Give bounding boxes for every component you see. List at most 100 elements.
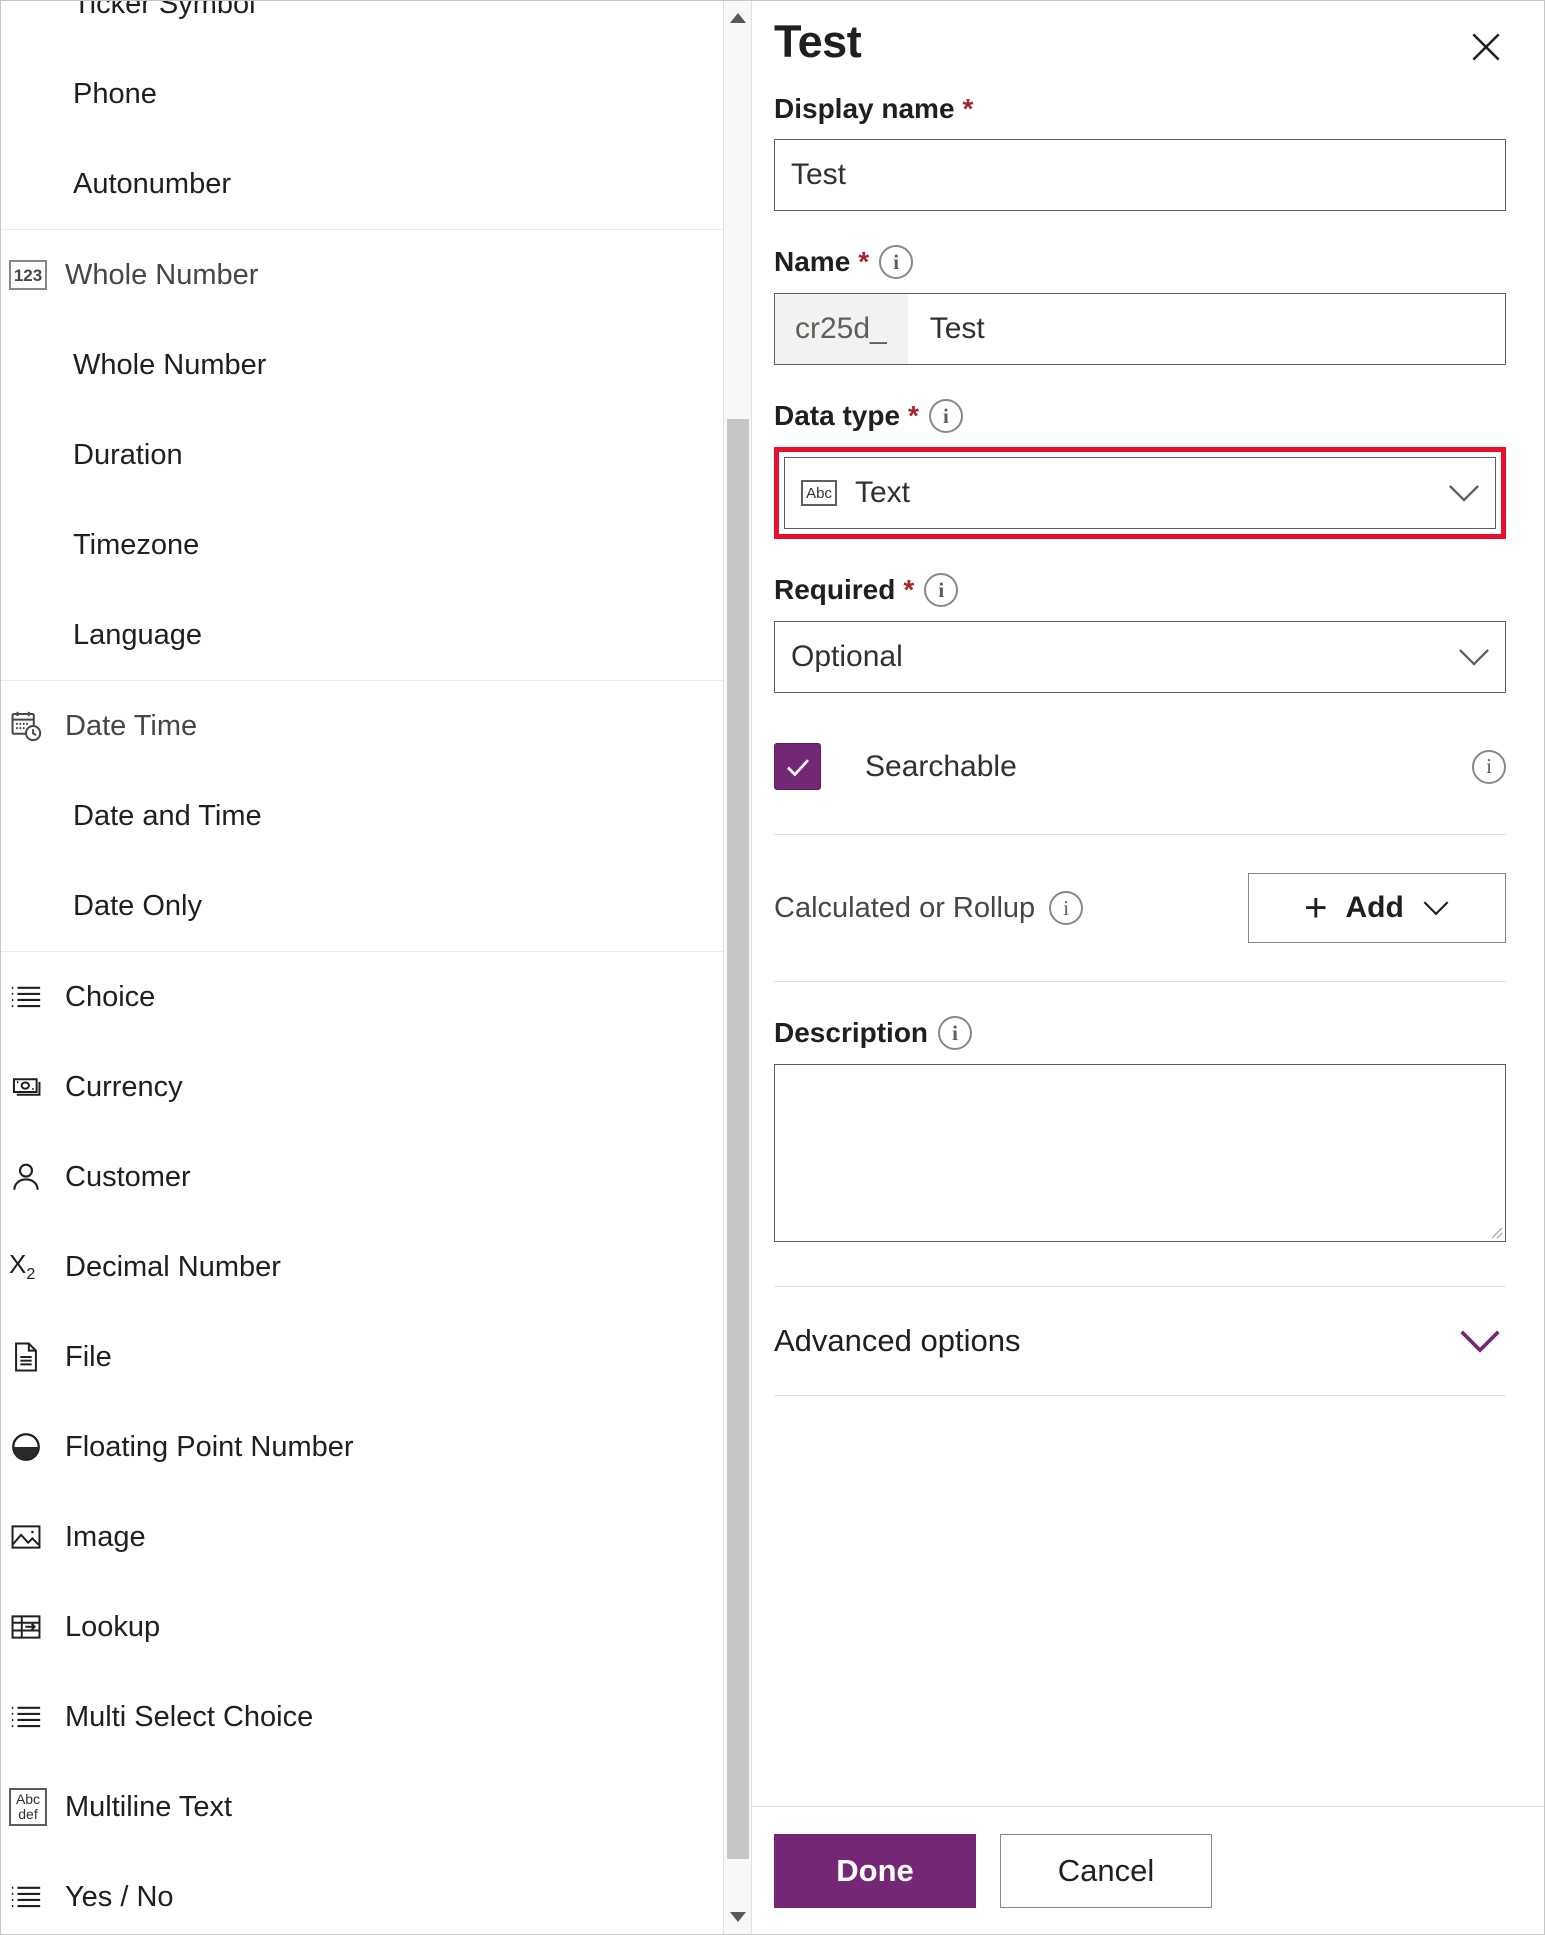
info-icon[interactable]: i: [879, 245, 914, 279]
info-icon[interactable]: i: [928, 399, 963, 433]
display-name-label-row: Display name *: [774, 93, 1506, 125]
data-type-item-yes-no[interactable]: Yes / No: [1, 1852, 723, 1934]
divider: [774, 981, 1506, 982]
person-icon: [9, 1160, 65, 1194]
name-field-block: Name * i cr25d_ Test: [774, 245, 1506, 365]
list-icon: [9, 1700, 65, 1734]
data-type-item-image[interactable]: Image: [1, 1492, 723, 1582]
description-textarea[interactable]: [774, 1064, 1506, 1242]
required-asterisk: *: [908, 400, 919, 431]
display-name-field-block: Display name * Test: [774, 93, 1506, 211]
cancel-button[interactable]: Cancel: [1000, 1833, 1212, 1908]
advanced-options-expander[interactable]: Advanced options: [774, 1286, 1506, 1396]
data-type-list-panel[interactable]: Ticker Symbol Phone Autonumber 123 Whole…: [1, 1, 724, 1934]
data-type-item-customer[interactable]: Customer: [1, 1132, 723, 1222]
data-type-dropdown[interactable]: Abc Text: [784, 457, 1496, 529]
required-asterisk: *: [858, 246, 870, 277]
123-box-icon: 123: [9, 260, 65, 290]
name-input[interactable]: Test: [908, 294, 1505, 364]
data-type-list-scroll-content: Ticker Symbol Phone Autonumber 123 Whole…: [1, 1, 723, 1934]
data-type-item-timezone[interactable]: Timezone: [1, 500, 723, 590]
column-properties-panel: Test Display name * Test Name * i cr25d_…: [752, 1, 1544, 1934]
info-icon[interactable]: i: [938, 1016, 973, 1050]
data-type-item-duration[interactable]: Duration: [1, 410, 723, 500]
calculated-or-rollup-label-group: Calculated or Rollup i: [774, 891, 1084, 925]
scroll-up-button[interactable]: [724, 5, 752, 31]
data-type-field-block: Data type * i Abc Text: [774, 399, 1506, 539]
name-input-group[interactable]: cr25d_ Test: [774, 293, 1506, 365]
panel-scrollbar[interactable]: [724, 1, 752, 1934]
panel-header: Test: [774, 1, 1506, 71]
add-button-label: Add: [1345, 891, 1404, 924]
scroll-down-button[interactable]: [724, 1904, 752, 1930]
display-name-label: Display name: [774, 93, 955, 124]
data-type-item-lookup[interactable]: Lookup: [1, 1582, 723, 1672]
panel-footer: Done Cancel: [752, 1806, 1544, 1934]
data-type-item-multi-select-choice[interactable]: Multi Select Choice: [1, 1672, 723, 1762]
data-type-item-phone[interactable]: Phone: [1, 49, 723, 139]
name-prefix: cr25d_: [775, 294, 908, 364]
data-type-item-file[interactable]: File: [1, 1312, 723, 1402]
display-name-input[interactable]: Test: [774, 139, 1506, 211]
description-field-block: Description i: [774, 1016, 1506, 1242]
scrollbar-thumb[interactable]: [727, 419, 749, 1859]
info-icon[interactable]: i: [1472, 749, 1506, 784]
abc-box-icon: Abc: [801, 480, 837, 506]
plus-icon: +: [1304, 886, 1328, 930]
description-label-row: Description i: [774, 1016, 1506, 1050]
searchable-row: Searchable i: [774, 743, 1506, 790]
data-type-group-misc: Choice Currency Customer X2 Decimal Numb…: [1, 952, 723, 1934]
data-type-item-floating-point-number[interactable]: Floating Point Number: [1, 1402, 723, 1492]
required-dropdown[interactable]: Optional: [774, 621, 1506, 693]
calculated-or-rollup-label: Calculated or Rollup: [774, 891, 1036, 924]
picture-icon: [9, 1520, 65, 1554]
required-asterisk: *: [962, 93, 974, 124]
done-button[interactable]: Done: [774, 1833, 976, 1908]
chevron-down-icon: [1422, 899, 1450, 917]
data-type-group-whole-number: 123 Whole Number Whole Number Duration T…: [1, 230, 723, 681]
chevron-down-icon: [1458, 1328, 1502, 1354]
table-arrow-icon: [9, 1610, 65, 1644]
description-label: Description: [774, 1017, 929, 1048]
data-type-group-header-date-time[interactable]: Date Time: [1, 681, 723, 771]
data-type-item-multiline-text[interactable]: Abc def Multiline Text: [1, 1762, 723, 1852]
data-type-highlight-annotation: Abc Text: [774, 447, 1506, 539]
calculated-or-rollup-row: Calculated or Rollup i + Add: [774, 835, 1506, 981]
x-subscript-2-icon: X2: [9, 1248, 36, 1284]
add-calculation-button[interactable]: + Add: [1248, 873, 1506, 943]
data-type-item-whole-number[interactable]: Whole Number: [1, 320, 723, 410]
name-label: Name: [774, 246, 851, 277]
data-type-item-autonumber[interactable]: Autonumber: [1, 139, 723, 229]
searchable-checkbox[interactable]: [774, 743, 821, 790]
data-type-item-choice[interactable]: Choice: [1, 952, 723, 1042]
data-type-item-ticker-symbol[interactable]: Ticker Symbol: [1, 1, 723, 49]
document-icon: [9, 1340, 65, 1374]
half-filled-circle-icon: [9, 1430, 65, 1464]
data-type-value: Text: [855, 476, 911, 509]
required-asterisk: *: [903, 574, 915, 605]
list-icon: [9, 980, 65, 1014]
resize-grip-icon[interactable]: [1487, 1223, 1503, 1239]
required-label: Required: [774, 574, 896, 605]
info-icon[interactable]: i: [924, 573, 959, 607]
data-type-group-header-whole-number[interactable]: 123 Whole Number: [1, 230, 723, 320]
advanced-options-label: Advanced options: [774, 1323, 1021, 1358]
calendar-clock-icon: [9, 709, 65, 743]
panel-title: Test: [774, 16, 862, 67]
checkmark-icon: [786, 758, 809, 776]
data-type-item-decimal-number[interactable]: X2 Decimal Number: [1, 1222, 723, 1312]
close-icon[interactable]: [1462, 23, 1510, 71]
abc-def-box-icon: Abc def: [9, 1788, 65, 1826]
data-type-item-date-and-time[interactable]: Date and Time: [1, 771, 723, 861]
searchable-label: Searchable: [865, 749, 1017, 783]
required-label-row: Required * i: [774, 573, 1506, 607]
column-editor-screen: Ticker Symbol Phone Autonumber 123 Whole…: [0, 0, 1545, 1935]
name-label-row: Name * i: [774, 245, 1506, 279]
data-type-group-date-time: Date Time Date and Time Date Only: [1, 681, 723, 952]
data-type-item-currency[interactable]: Currency: [1, 1042, 723, 1132]
data-type-item-date-only[interactable]: Date Only: [1, 861, 723, 951]
chevron-down-icon: [1447, 482, 1481, 504]
money-bill-icon: [9, 1070, 65, 1104]
data-type-item-language[interactable]: Language: [1, 590, 723, 680]
info-icon[interactable]: i: [1049, 891, 1084, 925]
